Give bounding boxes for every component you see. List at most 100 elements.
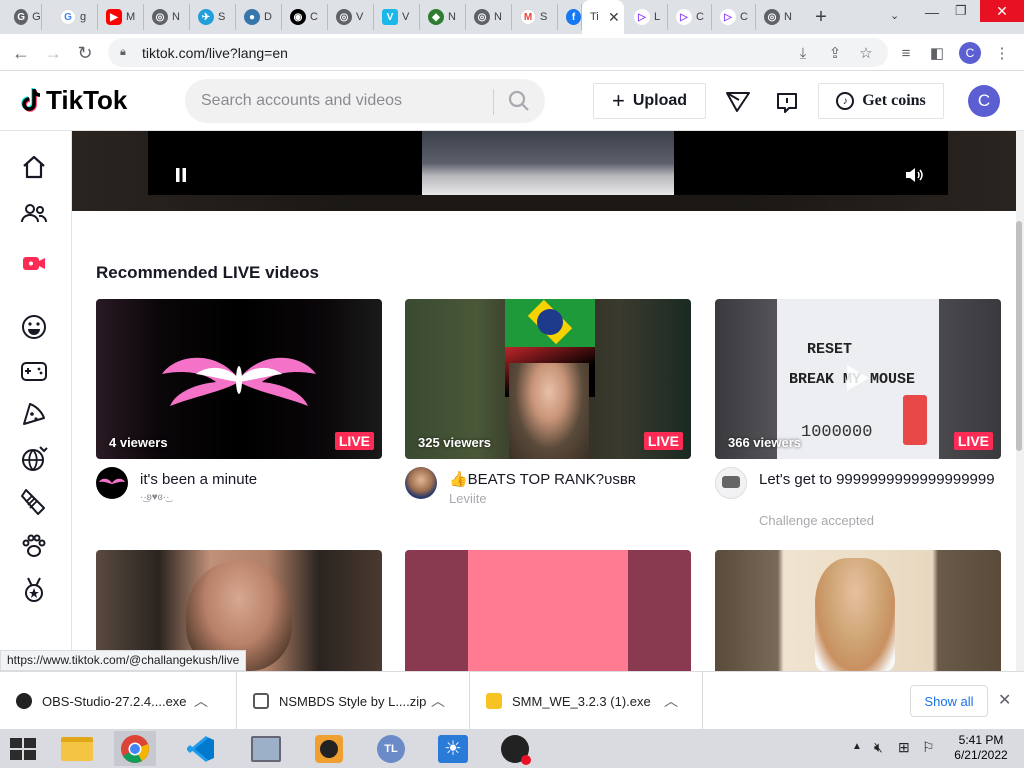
browser-tab-active[interactable]: Ti ✕ bbox=[582, 0, 624, 34]
home-icon[interactable] bbox=[18, 151, 50, 183]
live-thumbnail[interactable] bbox=[715, 550, 1001, 671]
chrome-taskbar-icon[interactable] bbox=[114, 731, 156, 766]
browser-tab[interactable]: ◎ N bbox=[144, 4, 190, 30]
show-all-button[interactable]: Show all bbox=[910, 685, 988, 717]
side-panel-icon[interactable]: ◧ bbox=[924, 40, 950, 66]
install-icon[interactable]: ⤓ bbox=[790, 40, 816, 66]
browser-tab[interactable]: ◎ N bbox=[466, 4, 512, 30]
live-card[interactable] bbox=[405, 550, 691, 671]
menu-kebab-icon[interactable]: ⋮ bbox=[989, 40, 1015, 66]
animals-icon[interactable] bbox=[18, 530, 50, 562]
browser-tab[interactable]: MS bbox=[512, 4, 558, 30]
streamer-avatar[interactable] bbox=[715, 467, 747, 499]
new-tab-icon[interactable]: + bbox=[810, 6, 832, 28]
browser-tab[interactable]: ▶ M bbox=[98, 4, 144, 30]
notification-icon[interactable]: ⚐ bbox=[922, 739, 935, 756]
chevron-up-icon[interactable]: ︿ bbox=[431, 691, 445, 711]
video-frame[interactable] bbox=[148, 131, 948, 195]
streamer-name[interactable]: ·͜·ʚ♥ɞ·͜· bbox=[140, 492, 169, 503]
stream-title[interactable]: it's been a minute bbox=[140, 469, 380, 491]
browser-tab[interactable]: ● D bbox=[236, 4, 282, 30]
game-app-icon[interactable] bbox=[308, 731, 350, 766]
system-clock[interactable]: 5:41 PM 6/21/2022 bbox=[948, 733, 1014, 763]
following-icon[interactable] bbox=[18, 198, 50, 230]
scrollbar-thumb[interactable] bbox=[1016, 221, 1022, 451]
sports-icon[interactable] bbox=[18, 443, 50, 475]
minimize-icon[interactable]: — bbox=[925, 4, 939, 20]
bookmark-star-icon[interactable]: ☆ bbox=[853, 40, 879, 66]
tab-search-icon[interactable]: ⌄ bbox=[890, 9, 899, 22]
profile-avatar[interactable]: C bbox=[959, 42, 981, 64]
download-item[interactable]: OBS-Studio-27.2.4....exe ︿ bbox=[0, 672, 237, 730]
featured-live-player[interactable] bbox=[72, 131, 1016, 211]
browser-tab[interactable]: ◆ N bbox=[420, 4, 466, 30]
streamer-avatar[interactable] bbox=[96, 467, 128, 499]
media-control-icon[interactable]: ≡ bbox=[893, 40, 919, 66]
streamer-name[interactable]: Leviite bbox=[449, 491, 487, 506]
tiktok-logo[interactable]: TikTok bbox=[20, 85, 127, 116]
download-item[interactable]: SMM_WE_3.2.3 (1).exe ︿ bbox=[470, 672, 703, 730]
comedy-icon[interactable] bbox=[18, 311, 50, 343]
live-icon[interactable] bbox=[18, 247, 50, 279]
live-card[interactable]: RESET BREAK MY MOUSE 1000000 366 viewers… bbox=[715, 299, 1001, 529]
send-message-icon[interactable] bbox=[725, 91, 751, 113]
chevron-up-icon[interactable]: ︿ bbox=[664, 691, 678, 711]
browser-tab[interactable]: ▷ L bbox=[626, 4, 668, 30]
close-downloads-icon[interactable]: ✕ bbox=[998, 690, 1011, 710]
upload-button[interactable]: + Upload bbox=[593, 83, 706, 119]
browser-tab[interactable]: GG bbox=[6, 4, 42, 30]
reload-icon[interactable]: ↻ bbox=[72, 40, 98, 66]
streamer-name[interactable]: Challenge accepted bbox=[759, 513, 874, 528]
browser-tab[interactable]: f bbox=[558, 4, 582, 30]
tray-overflow-icon[interactable]: ▲ bbox=[852, 741, 862, 752]
brightness-app-icon[interactable]: ☀ bbox=[432, 731, 474, 766]
live-thumbnail[interactable]: 4 viewers LIVE bbox=[96, 299, 382, 459]
live-thumbnail[interactable] bbox=[405, 550, 691, 671]
streamer-avatar[interactable] bbox=[405, 467, 437, 499]
volume-icon[interactable] bbox=[904, 167, 924, 183]
network-icon[interactable]: ⊞ bbox=[898, 739, 910, 756]
scrollbar[interactable] bbox=[1016, 131, 1024, 671]
address-bar[interactable]: 🔒︎ tiktok.com/live?lang=en bbox=[108, 38, 888, 67]
browser-tab[interactable]: ◎ N bbox=[756, 4, 800, 30]
vscode-icon[interactable] bbox=[180, 731, 222, 766]
user-avatar[interactable]: C bbox=[968, 85, 1000, 117]
file-explorer-icon[interactable] bbox=[56, 731, 98, 766]
search-icon[interactable] bbox=[507, 89, 531, 113]
browser-tab[interactable]: VV bbox=[374, 4, 420, 30]
live-thumbnail[interactable]: RESET BREAK MY MOUSE 1000000 366 viewers… bbox=[715, 299, 1001, 459]
task-manager-icon[interactable] bbox=[245, 731, 287, 766]
browser-tab[interactable]: ◉ C bbox=[282, 4, 328, 30]
live-card[interactable] bbox=[715, 550, 1001, 671]
food-icon[interactable] bbox=[18, 398, 50, 430]
window-close-icon[interactable]: ✕ bbox=[980, 0, 1024, 22]
live-card[interactable]: 325 viewers LIVE 👍BEATS TOP RANK?ᴜsʙʀ Le… bbox=[405, 299, 691, 519]
live-card[interactable]: 4 viewers LIVE it's been a minute ·͜·ʚ♥ɞ… bbox=[96, 299, 382, 519]
pause-icon[interactable] bbox=[174, 167, 188, 183]
restore-icon[interactable]: ❐ bbox=[955, 3, 967, 19]
gaming-icon[interactable] bbox=[18, 355, 50, 387]
browser-tab[interactable]: ▷ C bbox=[668, 4, 712, 30]
share-icon[interactable]: ⇪ bbox=[822, 40, 848, 66]
get-coins-button[interactable]: ♪ Get coins bbox=[818, 83, 944, 119]
stream-title[interactable]: Let's get to 9999999999999999999 bbox=[759, 469, 999, 491]
back-icon[interactable]: ← bbox=[8, 40, 34, 66]
volume-muted-icon[interactable]: 🔇︎ bbox=[874, 739, 883, 756]
tl-app-icon[interactable]: TL bbox=[370, 731, 412, 766]
stream-title[interactable]: 👍BEATS TOP RANK?ᴜsʙʀ bbox=[449, 469, 689, 491]
windows-start-icon[interactable] bbox=[2, 731, 44, 766]
close-tab-icon[interactable]: ✕ bbox=[608, 9, 620, 26]
browser-tab[interactable]: ◎ V bbox=[328, 4, 374, 30]
live-thumbnail[interactable]: 325 viewers LIVE bbox=[405, 299, 691, 459]
browser-tab[interactable]: ▷ C bbox=[712, 4, 756, 30]
inbox-icon[interactable] bbox=[775, 91, 799, 115]
obs-taskbar-icon[interactable] bbox=[494, 731, 536, 766]
download-item[interactable]: NSMBDS Style by L....zip ︿ bbox=[237, 672, 470, 730]
achievements-medal-icon[interactable] bbox=[18, 574, 50, 606]
search-input[interactable] bbox=[185, 79, 485, 123]
forward-icon[interactable]: → bbox=[40, 40, 66, 66]
browser-tab[interactable]: ✈ S bbox=[190, 4, 236, 30]
beauty-icon[interactable] bbox=[18, 486, 50, 518]
browser-tab[interactable]: Gg bbox=[52, 4, 98, 30]
chevron-up-icon[interactable]: ︿ bbox=[194, 691, 208, 711]
